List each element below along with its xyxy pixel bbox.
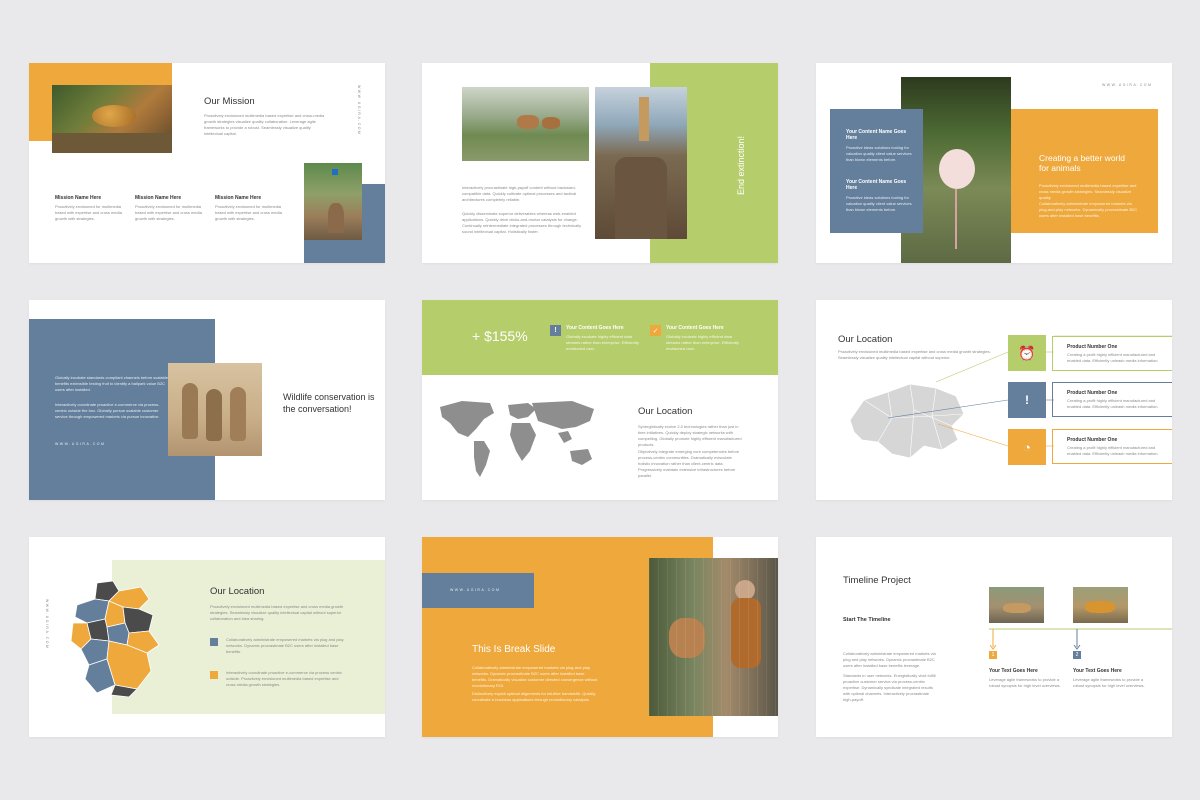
brand-url: WWW.UGIRA.COM: [450, 588, 501, 592]
leopard-photo: [52, 85, 172, 153]
world-map: [440, 401, 594, 477]
slide-our-mission[interactable]: Our Mission Proactively envisioned multi…: [29, 63, 385, 263]
alarm-clock-icon: ⏰: [1008, 335, 1046, 371]
bullet-text: Collaboratively administrate empowered m…: [226, 637, 344, 654]
product-title: Product Number One: [1067, 344, 1118, 350]
slide-switzerland-location[interactable]: Our Location Proactively envisioned mult…: [816, 300, 1172, 500]
slide-body: Proactively envisioned multimedia based …: [210, 604, 344, 621]
paragraph-2: Interactively coordinate proactive e-com…: [55, 402, 160, 419]
card-title: Your Content Name Goes Here: [846, 129, 907, 141]
slide-title: Our Mission: [204, 96, 255, 107]
brand-url: WWW.UGIRA.COM: [357, 85, 361, 136]
card-heading: Creating a better world for animals: [1039, 153, 1125, 173]
slide-heading: Our Location: [638, 406, 693, 417]
step-title: Your Text Goes Here: [989, 668, 1038, 674]
product-body: Creating a profit highly efficient manuf…: [1067, 398, 1159, 409]
step-title: Your Text Goes Here: [1073, 668, 1122, 674]
alert-badge-icon: !: [1008, 382, 1046, 418]
slide-world-location[interactable]: + $155% ! Your Content Goes Here Globall…: [422, 300, 778, 500]
mission-item-body: Proactively envisioned for multimedia ba…: [55, 204, 122, 221]
mission-item-body: Proactively envisioned for multimedia ba…: [215, 204, 282, 221]
brand-url: WWW.UGIRA.COM: [1102, 83, 1153, 87]
mission-item-title: Mission Name Here: [215, 195, 262, 201]
orange-card: Creating a better world for animals Proa…: [1011, 109, 1158, 233]
stat-value: + $155%: [472, 328, 528, 344]
content-body: Globally incubate highly efficient data …: [666, 334, 739, 351]
pie-chart-icon: ◔: [1008, 429, 1046, 465]
brand-url: WWW.UGIRA.COM: [45, 599, 49, 650]
content-title: Your Content Goes Here: [666, 325, 724, 331]
slide-body: Proactively envisioned multimedia based …: [204, 113, 325, 136]
germany-map: [70, 580, 160, 697]
vertical-tagline: End extinction!: [736, 135, 746, 195]
product-card: Product Number One Creating a profit hig…: [1052, 336, 1172, 371]
paragraph-1: Synergistically evolve 2.0 technologies …: [638, 424, 742, 447]
check-icon: ✓: [650, 325, 661, 336]
slide-timeline[interactable]: Timeline Project Start The Timeline Coll…: [816, 537, 1172, 737]
card-body: Proactively envisioned multimedia based …: [1039, 183, 1137, 200]
paragraph-2: Quickly disseminate superior deliverable…: [462, 211, 582, 234]
brand-url: WWW.UGIRA.COM: [55, 442, 106, 446]
slate-card: Your Content Name Goes Here Proactive id…: [830, 109, 923, 233]
product-title: Product Number One: [1067, 390, 1118, 396]
product-body: Creating a profit highly efficient manuf…: [1067, 352, 1159, 363]
paragraph-1: Interactively procrastinate high-payoff …: [462, 185, 577, 202]
slide-break[interactable]: WWW.UGIRA.COM This Is Break Slide Collab…: [422, 537, 778, 737]
info-icon: !: [550, 325, 561, 336]
mission-item-title: Mission Name Here: [135, 195, 182, 201]
paragraph-1: Globally incubate standards compliant ch…: [55, 375, 168, 392]
mission-item: Mission Name Here Proactively envisioned…: [135, 195, 205, 222]
step-number: 1: [989, 651, 997, 659]
card-body: Collaboratively administrate empowered m…: [1039, 201, 1138, 218]
timeline-lines: [989, 628, 1172, 650]
step-body: Leverage agile frameworks to provide a r…: [1073, 677, 1145, 688]
card-body: Proactive ideas solutions tooling for va…: [846, 145, 912, 162]
product-card: Product Number One Creating a profit hig…: [1052, 429, 1172, 464]
product-body: Creating a profit highly efficient manuf…: [1067, 445, 1159, 456]
mission-item: Mission Name Here Proactively envisioned…: [215, 195, 285, 222]
zoo-photo: [304, 163, 362, 240]
giraffe-photo: [595, 87, 687, 239]
paragraph-2: Objectively integrate emerging core comp…: [638, 449, 740, 478]
card-body: Proactive ideas solutions tooling for va…: [846, 195, 912, 212]
slide-germany-location[interactable]: WWW.UGIRA.COM Our Location Proactively e…: [29, 537, 385, 737]
product-title: Product Number One: [1067, 437, 1118, 443]
content-title: Your Content Goes Here: [566, 325, 624, 331]
slate-label-block: WWW.UGIRA.COM: [422, 573, 534, 608]
slide-heading: Our Location: [210, 586, 265, 597]
step-number: 2: [1073, 651, 1081, 659]
bullet-square: [210, 638, 218, 646]
slide-better-world[interactable]: Your Content Name Goes Here Proactive id…: [816, 63, 1172, 263]
slide-heading: This Is Break Slide: [472, 644, 556, 655]
mission-item: Mission Name Here Proactively envisioned…: [55, 195, 125, 222]
bullet-square: [210, 671, 218, 679]
mission-item-body: Proactively envisioned for multimedia ba…: [135, 204, 202, 221]
content-body: Globally incubate highly efficient data …: [566, 334, 639, 351]
mission-item-title: Mission Name Here: [55, 195, 102, 201]
meerkat-photo: [168, 363, 262, 456]
card-title: Your Content Name Goes Here: [846, 179, 907, 191]
slide-end-extinction[interactable]: End extinction! Interactively procrastin…: [422, 63, 778, 263]
step-body: Leverage agile frameworks to provide a r…: [989, 677, 1061, 688]
paragraph-1: Collaboratively administrate empowered m…: [472, 665, 598, 688]
slide-wildlife-conservation[interactable]: Globally incubate standards compliant ch…: [29, 300, 385, 500]
deer-feeding-photo: [649, 558, 778, 716]
deer-photo: [462, 87, 589, 161]
bullet-text: Interactively coordinate proactive e-com…: [226, 670, 343, 687]
paragraph-2: Distinctively exploit optimal alignments…: [472, 691, 596, 702]
product-card: Product Number One Creating a profit hig…: [1052, 382, 1172, 417]
slide-heading: Wildlife conservation is the conversatio…: [283, 392, 375, 414]
